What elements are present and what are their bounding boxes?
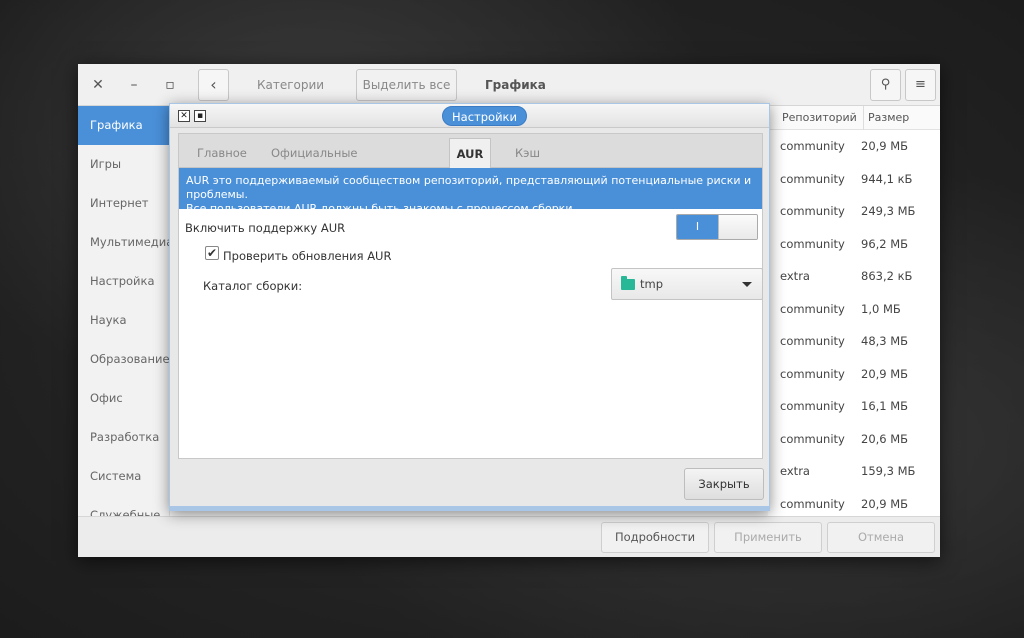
sidebar-item[interactable]: Игры xyxy=(78,145,169,184)
table-row[interactable]: community 944,1 кБ xyxy=(768,163,940,196)
enable-aur-label: Включить поддержку AUR xyxy=(185,221,346,235)
settings-tabs: Главное Официальные репозитории AUR Кэш xyxy=(179,134,762,190)
minimize-icon[interactable]: – xyxy=(122,73,146,97)
search-button[interactable]: ⚲ xyxy=(870,69,901,101)
size-cell: 944,1 кБ xyxy=(861,171,913,186)
dialog-maximize-icon[interactable]: ▪ xyxy=(194,110,206,122)
size-cell: 1,0 МБ xyxy=(861,301,901,316)
size-cell: 20,9 МБ xyxy=(861,139,909,153)
repo-cell: community xyxy=(780,139,845,153)
sidebar-item[interactable]: Офис xyxy=(78,379,169,418)
size-cell: 20,9 МБ xyxy=(861,366,909,381)
sidebar-item[interactable]: Разработка xyxy=(78,418,169,457)
details-button[interactable]: Подробности xyxy=(601,522,709,553)
select-all-button[interactable]: Выделить все xyxy=(356,69,457,101)
page-title: Графика xyxy=(485,78,546,92)
toggle-knob xyxy=(718,215,757,239)
repo-cell: community xyxy=(780,399,845,413)
dialog-title: Настройки xyxy=(442,106,527,126)
table-header: Репозиторий Размер xyxy=(768,106,940,130)
check-updates-checkbox[interactable]: ✔ xyxy=(205,246,219,260)
repo-cell: extra xyxy=(780,269,810,283)
sidebar-item[interactable]: Система xyxy=(78,457,169,496)
aur-info-banner: AUR это поддерживаемый сообществом репоз… xyxy=(179,168,762,215)
dialog-close-icon[interactable]: ✕ xyxy=(178,110,190,122)
folder-icon xyxy=(621,276,635,290)
category-sidebar: Графика Игры Интернет Мультимедиа Настройка Н… xyxy=(78,106,170,516)
dialog-bottom-edge xyxy=(170,506,769,510)
dialog-titlebar: ✕ ▪ Настройки xyxy=(170,104,769,128)
table-row[interactable]: community 20,6 МБ xyxy=(768,423,940,456)
size-cell: 863,2 кБ xyxy=(861,269,913,283)
check-updates-label[interactable]: Проверить обновления AUR xyxy=(223,249,391,263)
repo-cell: community xyxy=(780,301,845,316)
chevron-left-icon: ‹ xyxy=(210,75,217,94)
enable-aur-toggle[interactable]: I xyxy=(676,214,758,240)
table-row[interactable]: extra 863,2 кБ xyxy=(768,260,940,293)
size-cell: 96,2 МБ xyxy=(861,236,909,251)
build-dir-label: Каталог сборки: xyxy=(203,279,303,293)
dialog-content: Главное Официальные репозитории AUR Кэш AUR… xyxy=(178,133,763,459)
table-row[interactable]: community 249,3 МБ xyxy=(768,195,940,228)
sidebar-item[interactable]: Служебные xyxy=(78,496,169,516)
bottom-bar: Подробности Применить Отмена xyxy=(78,516,940,557)
menu-icon: ≡ xyxy=(915,77,926,92)
toggle-on-indicator: I xyxy=(677,215,718,239)
table-row[interactable]: community 20,9 МБ xyxy=(768,358,940,391)
sidebar-item[interactable]: Образование xyxy=(78,340,169,379)
table-row[interactable]: community 16,1 МБ xyxy=(768,390,940,423)
tab-3[interactable]: Кэш xyxy=(515,138,545,168)
close-icon[interactable]: ✕ xyxy=(86,73,110,97)
categories-link[interactable]: Категории xyxy=(257,64,324,106)
checkmark-icon: ✔ xyxy=(206,246,218,260)
repo-cell: community xyxy=(780,334,845,348)
package-table: Репозиторий Размер community 20,9 МБ commu… xyxy=(768,106,940,516)
close-button[interactable]: Закрыть xyxy=(684,468,764,500)
tab-1[interactable]: Официальные репозитории xyxy=(271,138,431,190)
size-cell: 20,6 МБ xyxy=(861,431,909,446)
column-header-repo[interactable]: Репозиторий xyxy=(782,106,857,130)
repo-cell: community xyxy=(780,204,845,218)
info-line-1: AUR это поддерживаемый сообществом репоз… xyxy=(186,174,752,201)
build-dir-value: tmp xyxy=(640,277,664,291)
repo-cell: community xyxy=(780,236,845,251)
settings-dialog: ✕ ▪ Настройки Главное Официальные репозит… xyxy=(169,103,770,511)
column-header-size[interactable]: Размер xyxy=(863,106,909,130)
repo-cell: community xyxy=(780,496,845,511)
table-row[interactable]: community 1,0 МБ xyxy=(768,293,940,326)
size-cell: 249,3 МБ xyxy=(861,204,916,218)
back-button[interactable]: ‹ xyxy=(198,69,229,101)
sidebar-item[interactable]: Настройка xyxy=(78,262,169,301)
apply-button[interactable]: Применить xyxy=(714,522,822,553)
size-cell: 48,3 МБ xyxy=(861,334,909,348)
build-dir-select[interactable]: tmp xyxy=(611,268,763,300)
sidebar-item[interactable]: Интернет xyxy=(78,184,169,223)
table-row[interactable]: community 96,2 МБ xyxy=(768,228,940,261)
sidebar-item[interactable]: Мультимедиа xyxy=(78,223,169,262)
cancel-button[interactable]: Отмена xyxy=(827,522,935,553)
tab-2[interactable]: AUR xyxy=(449,138,491,168)
repo-cell: community xyxy=(780,171,845,186)
header-bar: ✕ – ▫ ‹ Категории Выделить все Графика ⚲… xyxy=(78,64,940,106)
table-row[interactable]: community 20,9 МБ xyxy=(768,488,940,517)
sidebar-item[interactable]: Наука xyxy=(78,301,169,340)
size-cell: 20,9 МБ xyxy=(861,496,909,511)
table-row[interactable]: extra 159,3 МБ xyxy=(768,455,940,488)
size-cell: 16,1 МБ xyxy=(861,399,909,413)
size-cell: 159,3 МБ xyxy=(861,464,916,478)
table-row[interactable]: community 20,9 МБ xyxy=(768,130,940,163)
tab-0[interactable]: Главное xyxy=(197,138,247,168)
repo-cell: community xyxy=(780,431,845,446)
maximize-icon[interactable]: ▫ xyxy=(158,73,182,97)
search-icon: ⚲ xyxy=(880,77,891,92)
repo-cell: extra xyxy=(780,464,810,478)
chevron-down-icon xyxy=(742,282,752,287)
menu-button[interactable]: ≡ xyxy=(905,69,936,101)
table-row[interactable]: community 48,3 МБ xyxy=(768,325,940,358)
sidebar-item[interactable]: Графика xyxy=(78,106,169,145)
repo-cell: community xyxy=(780,366,845,381)
